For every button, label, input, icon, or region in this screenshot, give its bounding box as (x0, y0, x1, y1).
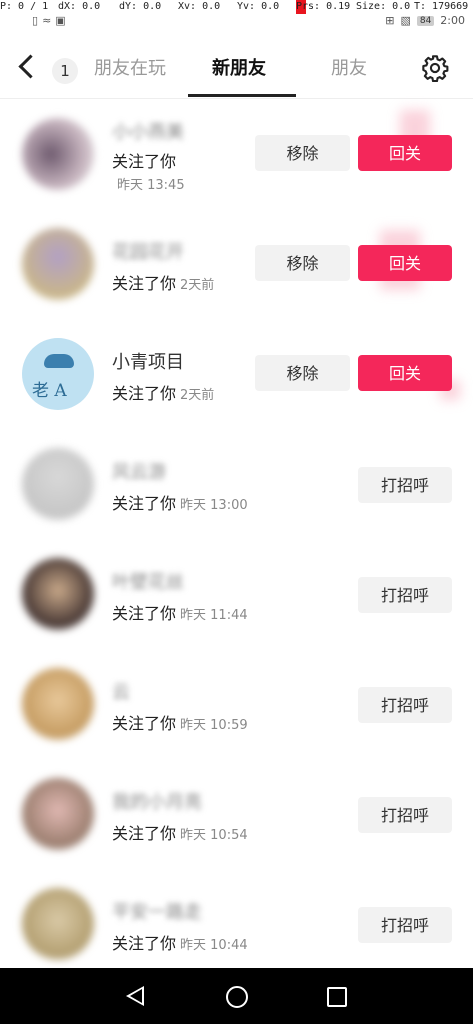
wifi-icon: ≈ (42, 14, 52, 27)
user-name[interactable]: 小青项目 (112, 348, 184, 374)
clock: 2:00 (440, 14, 465, 27)
battery-icon: 84 (416, 15, 435, 26)
avatar[interactable] (22, 668, 94, 740)
follow-back-button[interactable]: 回关 (358, 135, 452, 171)
vibrate-icon: ▧ (400, 14, 411, 27)
system-navigation-bar (0, 968, 473, 1024)
avatar-text: 老 A (32, 381, 67, 401)
cast-icon: ⊞ (385, 14, 395, 27)
header: 1 朋友在玩 新朋友 朋友 (0, 36, 473, 99)
avatar[interactable] (22, 228, 94, 300)
list-item[interactable]: 花园花开 关注了你 2天前 移除 回关 (0, 210, 473, 320)
timestamp: 昨天 10:54 (180, 828, 248, 843)
user-name[interactable]: 花园花开 (112, 238, 184, 264)
tab-friends[interactable]: 朋友 (331, 54, 367, 80)
avatar[interactable] (22, 778, 94, 850)
back-icon[interactable] (18, 54, 43, 79)
remove-button[interactable]: 移除 (255, 355, 350, 391)
user-name[interactable]: 小小燕美 (112, 118, 184, 144)
say-hi-button[interactable]: 打招呼 (358, 577, 452, 613)
follow-back-button[interactable]: 回关 (358, 245, 452, 281)
tab-new-friends[interactable]: 新朋友 (212, 54, 266, 80)
debug-yv: Yv: 0.0 (237, 1, 280, 12)
debug-overlay: P: 0 / 1 dX: 0.0 dY: 0.0 Xv: 0.0 Yv: 0.0… (0, 0, 473, 14)
list-item[interactable]: 平安一路走 关注了你 昨天 10:44 打招呼 (0, 870, 473, 980)
user-name[interactable]: 叶壁花丝 (112, 568, 184, 594)
list-item[interactable]: 风云游 关注了你 昨天 13:00 打招呼 (0, 430, 473, 540)
follow-status: 关注了你 昨天 10:59 (112, 714, 248, 733)
avatar-mushroom-icon (44, 354, 74, 368)
say-hi-button[interactable]: 打招呼 (358, 907, 452, 943)
debug-t: T: 179669 (414, 1, 469, 12)
timestamp: 昨天 13:00 (180, 498, 248, 513)
follow-status: 关注了你 昨天 13:00 (112, 494, 248, 513)
follow-back-button[interactable]: 回关 (358, 355, 452, 391)
timestamp: 2天前 (180, 278, 215, 293)
count-badge: 1 (52, 58, 78, 84)
sim-icon: ▯ (32, 14, 39, 27)
list-item[interactable]: 叶壁花丝 关注了你 昨天 11:44 打招呼 (0, 540, 473, 650)
list-item[interactable]: 小小燕美 关注了你 昨天 13:45 移除 回关 (0, 100, 473, 210)
remove-button[interactable]: 移除 (255, 245, 350, 281)
user-name[interactable]: 我的小月亮 (112, 788, 202, 814)
gear-icon[interactable] (421, 54, 449, 82)
list-item[interactable]: 我的小月亮 关注了你 昨天 10:54 打招呼 (0, 760, 473, 870)
say-hi-button[interactable]: 打招呼 (358, 687, 452, 723)
follow-status: 关注了你 昨天 11:44 (112, 604, 248, 623)
timestamp: 2天前 (180, 388, 215, 403)
timestamp: 昨天 10:44 (180, 938, 248, 953)
nav-home-icon[interactable] (226, 986, 248, 1008)
active-tab-indicator (188, 94, 296, 97)
timestamp: 昨天 10:59 (180, 718, 248, 733)
follow-status: 关注了你 2天前 (112, 384, 215, 403)
app-notification-icon: ▣ (55, 14, 66, 27)
follow-status: 关注了你 (112, 152, 177, 171)
remove-button[interactable]: 移除 (255, 135, 350, 171)
follow-status: 关注了你 2天前 (112, 274, 215, 293)
say-hi-button[interactable]: 打招呼 (358, 797, 452, 833)
debug-xv: Xv: 0.0 (178, 1, 221, 12)
follow-status: 关注了你 昨天 10:44 (112, 934, 248, 953)
debug-p: P: 0 / 1 (0, 1, 49, 12)
avatar[interactable]: 老 A (22, 338, 94, 410)
timestamp: 昨天 11:44 (180, 608, 248, 623)
tab-friends-playing[interactable]: 朋友在玩 (94, 54, 166, 80)
avatar[interactable] (22, 118, 94, 190)
say-hi-button[interactable]: 打招呼 (358, 467, 452, 503)
avatar[interactable] (22, 448, 94, 520)
user-name[interactable]: 云 (112, 678, 130, 704)
list-item[interactable]: 老 A 小青项目 关注了你 2天前 移除 回关 (0, 320, 473, 430)
user-name[interactable]: 风云游 (112, 458, 166, 484)
debug-dx: dX: 0.0 (58, 1, 101, 12)
list-item[interactable]: 云 关注了你 昨天 10:59 打招呼 (0, 650, 473, 760)
nav-back-icon-inner (130, 989, 142, 1003)
timestamp: 昨天 13:45 (117, 178, 185, 193)
avatar[interactable] (22, 558, 94, 630)
nav-recents-icon[interactable] (327, 987, 347, 1007)
debug-size: Size: 0.0 (356, 1, 411, 12)
debug-dy: dY: 0.0 (119, 1, 162, 12)
follow-status: 关注了你 昨天 10:54 (112, 824, 248, 843)
avatar[interactable] (22, 888, 94, 960)
status-bar: ▯ ≈ ▣ ⊞ ▧ 84 2:00 (0, 14, 473, 32)
user-name[interactable]: 平安一路走 (112, 898, 202, 924)
debug-prs: Prs: 0.19 (296, 1, 351, 12)
